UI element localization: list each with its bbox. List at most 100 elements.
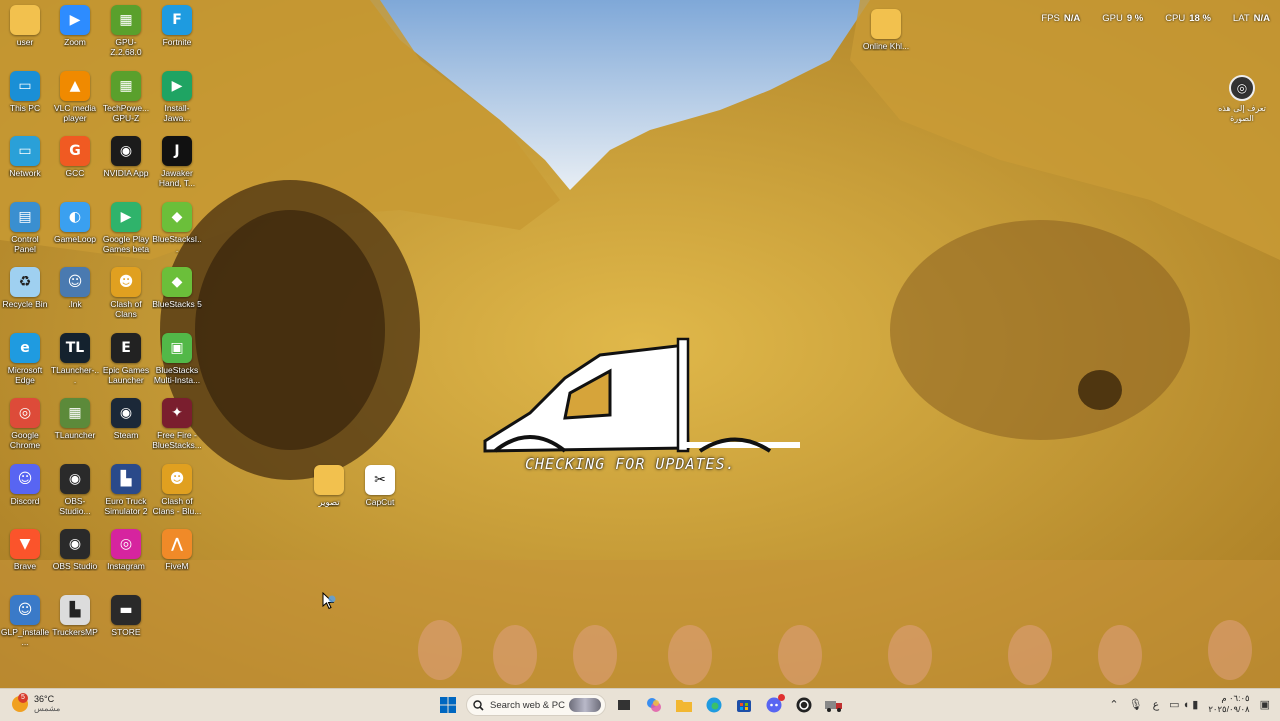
weather-widget[interactable]: 5 36°C مشمس [12, 693, 60, 714]
desktop-icon-epic-games-launcher[interactable]: E Epic Games Launcher [101, 332, 151, 385]
desktop-icon-fivem[interactable]: ⋀ FiveM [152, 529, 202, 571]
system-tray: ⌃ 🎙 ع ▭ ◖ ▮ ٠٦:٠٥ م ٢٠٢٥/٠٩/٠٨ ▣ [1109, 693, 1270, 715]
vlc-icon: ▲ [60, 70, 90, 101]
desktop-icon-label: Zoom [64, 37, 86, 47]
notification-badge: 5 [18, 693, 28, 703]
clash-of-clans-icon: ☻ [111, 267, 141, 297]
splash-status-text: CHECKING FOR UPDATES. [525, 455, 736, 473]
truck-taskbar-button[interactable] [822, 693, 846, 717]
taskbar-search-box[interactable]: Search web & PC [466, 694, 606, 716]
desktop-icon-label: Euro Truck Simulator 2 [104, 495, 148, 516]
edge-taskbar-button[interactable] [702, 693, 726, 717]
zoom-icon: ▶ [60, 5, 90, 35]
discord-taskbar-button[interactable] [762, 693, 786, 717]
desktop-icon-truckersmp[interactable]: ▙ TruckersMP [50, 594, 100, 637]
desktop-icon-bluestacks-multi-insta[interactable]: ▣ BlueStacks Multi-Insta... [152, 332, 202, 385]
taskbar: 5 36°C مشمس Search web & PC ⌃ 🎙 ع ▭ ◖ ▮ … [0, 688, 1280, 721]
desktop-icon-microsoft-edge[interactable]: e Microsoft Edge [0, 332, 50, 385]
desktop-icon-label: GPU-Z.2.68.0 [110, 37, 142, 57]
euro-truck-icon: ▙ [111, 463, 141, 494]
desktop-icon-label: Clash of Clans - Blu... [152, 495, 202, 516]
desktop-icon-vlc-media-player[interactable]: ▲ VLC media player [50, 70, 100, 123]
desktop-icon-google-play-games-beta[interactable]: ▶ Google Play Games beta [101, 201, 151, 254]
desktop-icon-gameloop[interactable]: ◐ GameLoop [50, 201, 100, 244]
chrome-icon: ◎ [10, 398, 40, 428]
desktop-icon-tlauncher[interactable]: ▦ TLauncher [50, 398, 100, 440]
taskbar-clock[interactable]: ٠٦:٠٥ م ٢٠٢٥/٠٩/٠٨ [1208, 693, 1249, 715]
desktop-icon-install-jawa-hand-tarn[interactable]: ▶Install-Jawa... Hand, Tarn... [152, 70, 202, 123]
desktop-icon-label: FiveM [165, 561, 189, 571]
desktop-icon-zoom[interactable]: ▶ Zoom [50, 5, 100, 47]
notification-bell-icon[interactable]: ▣ [1260, 698, 1270, 711]
desktop-icon-tlauncher[interactable]: TL TLauncher-... [50, 332, 100, 385]
desktop-icon-clash-of-clans[interactable]: ☻ Clash of Clans [101, 267, 151, 319]
obs-icon: ◉ [60, 463, 90, 494]
search-highlight-icon [569, 698, 601, 712]
desktop-icon-user[interactable]: user [0, 5, 50, 47]
chevron-up-icon[interactable]: ⌃ [1109, 698, 1118, 711]
microphone-icon[interactable]: 🎙 [1129, 698, 1143, 711]
desktop-icon-this-pc[interactable]: ▭ This PC [0, 70, 50, 113]
bluestacks-icon: ◆ [162, 267, 192, 297]
desktop-icon-obs-studio[interactable]: ◉ OBS Studio [50, 529, 100, 571]
weather-temperature: 36°C [34, 694, 55, 704]
desktop-icon-gpu-z-2-68-0[interactable]: ▦ GPU-Z.2.68.0 [101, 5, 151, 57]
desktop-icon-euro-truck-simulator-2[interactable]: ▙ Euro Truck Simulator 2 [101, 463, 151, 516]
mouse-cursor-icon [322, 592, 336, 610]
obs-taskbar-button[interactable] [792, 693, 816, 717]
network-volume-battery-icon[interactable]: ▭ ◖ ▮ [1169, 698, 1198, 711]
network-icon: ▭ [10, 136, 40, 166]
desktop-icon-google-chrome[interactable]: ◎ Google Chrome [0, 398, 50, 450]
desktop-icon-label: GameLoop [53, 233, 97, 244]
obs-icon: ◉ [60, 529, 90, 559]
desktop-icon-nvidia-app[interactable]: ◉ NVIDIA App [101, 136, 151, 178]
desktop-icon-tasweer-folder[interactable]: تصوير [304, 465, 354, 507]
desktop-icon-recycle-bin[interactable]: ♻ Recycle Bin [0, 267, 50, 309]
gpu-z-icon: ▦ [111, 5, 141, 35]
google-play-icon: ▶ [162, 70, 192, 101]
desktop-icon-label: TechPowe... GPU-Z [102, 102, 150, 123]
desktop-icon-label: OBS Studio [52, 561, 98, 571]
desktop-icon-label: Microsoft Edge [7, 364, 43, 385]
desktop-icon-network[interactable]: ▭ Network [0, 136, 50, 178]
desktop-icon-techpowe-gpu-z[interactable]: ▦ TechPowe... GPU-Z [101, 70, 151, 123]
copilot-button[interactable] [642, 693, 666, 717]
desktop-icon-label: Free Fire - BlueStacks... [152, 430, 202, 450]
desktop-icon-label: Steam [113, 430, 139, 440]
desktop-icon-capcut[interactable]: ✂ CapCut [355, 465, 405, 507]
file-explorer-button[interactable] [672, 693, 696, 717]
desktop-icon-control-panel[interactable]: ▤ Control Panel [0, 201, 50, 254]
desktop-icon-brave[interactable]: ▼ Brave [0, 529, 50, 571]
desktop-icon-discord[interactable]: ☺ Discord [0, 463, 50, 506]
task-view-button[interactable] [612, 693, 636, 717]
desktop-icon-instagram[interactable]: ◎ Instagram [101, 529, 151, 571]
desktop-icon-online-folder[interactable]: Online Khl... [861, 9, 911, 51]
desktop-icon-gcc[interactable]: G GCC [50, 136, 100, 178]
desktop-icon-jawaker-hand-t[interactable]: J Jawaker Hand, T... [152, 136, 202, 188]
shortcut-icon: ☺ [60, 267, 90, 297]
desktop-icon-bluestacksi[interactable]: ◆ BlueStacksI... [152, 201, 202, 254]
desktop-icon-bluestacks-5[interactable]: ◆ BlueStacks 5 [152, 267, 202, 309]
learn-about-picture-button[interactable]: ◎ تعرف إلى هذه الصورة [1218, 75, 1266, 124]
desktop-icon-lnk[interactable]: ☺ .lnk [50, 267, 100, 309]
start-button[interactable] [436, 693, 460, 717]
recycle-bin-icon: ♻ [10, 267, 40, 297]
desktop-icon-label: BlueStacks Multi-Insta... [153, 364, 201, 385]
desktop-icon-label: TruckersMP [52, 626, 98, 637]
desktop-icon-glp-installe[interactable]: ☺ GLP_installe... [0, 594, 50, 647]
desktop-icon-fortnite[interactable]: F Fortnite [152, 5, 202, 47]
nvidia-icon: ◉ [111, 136, 141, 166]
desktop-icon-steam[interactable]: ◉ Steam [101, 398, 151, 440]
desktop-icon-clash-of-clans-blu[interactable]: ☻ Clash of Clans - Blu... [152, 463, 202, 516]
folder-icon [314, 465, 344, 495]
edge-icon: e [10, 332, 40, 363]
tlauncher-icon: TL [60, 332, 90, 363]
store-icon [737, 700, 751, 712]
desktop-icon-obs-studio[interactable]: ◉ OBS-Studio... [50, 463, 100, 516]
input-language[interactable]: ع [1153, 698, 1160, 711]
desktop-icon-free-fire-bluestacks[interactable]: ✦ Free Fire - BlueStacks... [152, 398, 202, 450]
desktop-icon-store[interactable]: ▬ STORE [101, 594, 151, 637]
performance-overlay: FPS N/A GPU 9 % CPU 18 % LAT N/A [1041, 13, 1270, 24]
desktop-icon-label: VLC media player [53, 102, 97, 123]
store-taskbar-button[interactable] [732, 693, 756, 717]
